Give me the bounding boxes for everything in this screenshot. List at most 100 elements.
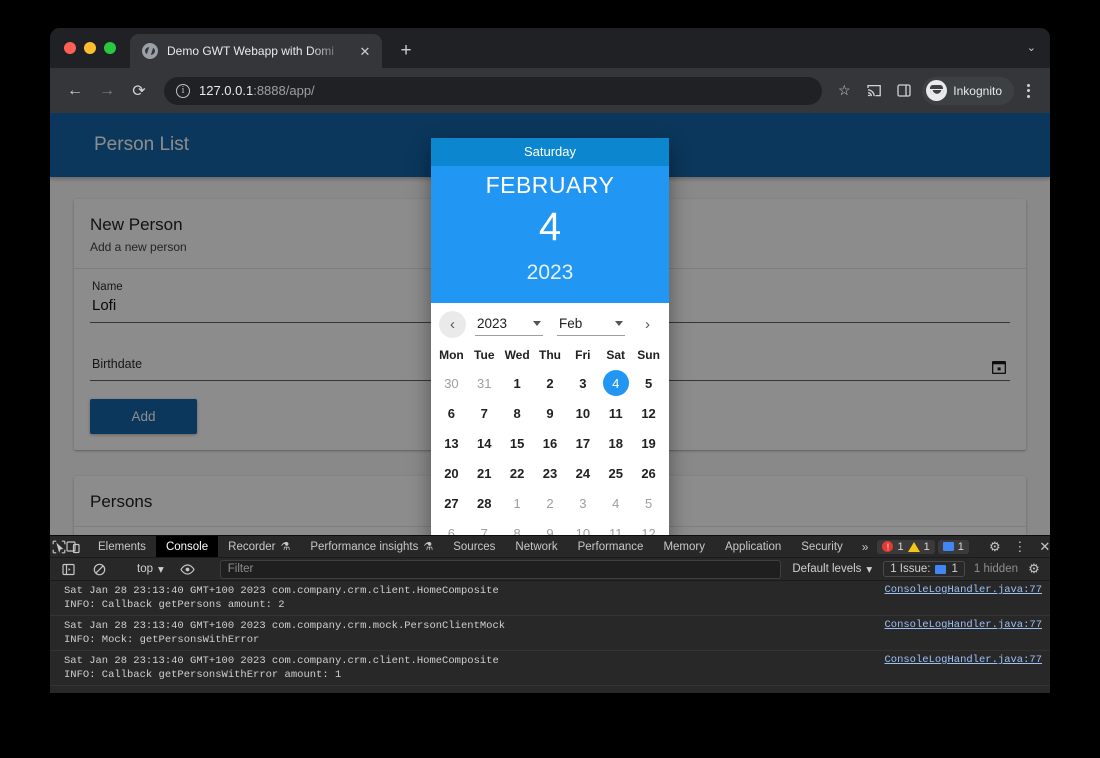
datepicker-day-cell[interactable]: 21: [468, 458, 501, 488]
datepicker-day-cell[interactable]: 3: [566, 368, 599, 398]
chevron-down-icon[interactable]: ⌄: [1027, 41, 1036, 54]
maximize-window-button[interactable]: [104, 42, 116, 54]
filter-input[interactable]: Filter: [219, 559, 782, 579]
datepicker-day-cell[interactable]: 8: [501, 398, 534, 428]
console-log-text: Sat Jan 28 23:13:40 GMT+100 2023 com.com…: [64, 620, 506, 647]
issues-button[interactable]: 1 Issue: 1: [883, 561, 965, 578]
browser-menu-button[interactable]: [1016, 78, 1040, 104]
datepicker-day-cell[interactable]: 22: [501, 458, 534, 488]
console-log-source-link[interactable]: ConsoleLogHandler.java:77: [874, 584, 1042, 596]
forward-button[interactable]: →: [92, 76, 122, 106]
address-bar[interactable]: i 127.0.0.1:8888/app/: [164, 76, 823, 105]
datepicker-day-cell[interactable]: 27: [435, 488, 468, 518]
datepicker-day-cell[interactable]: 30: [435, 368, 468, 398]
inspect-element-icon[interactable]: [52, 536, 66, 557]
datepicker-day-cell[interactable]: 6: [435, 398, 468, 428]
site-info-icon[interactable]: i: [176, 83, 190, 98]
message-badge[interactable]: 1: [937, 539, 969, 554]
devtools-tab-recorder[interactable]: Recorder ⚗: [218, 536, 300, 557]
datepicker-day-cell[interactable]: 19: [632, 428, 665, 458]
more-tabs-button[interactable]: »: [853, 536, 878, 557]
datepicker-day-cell[interactable]: 13: [435, 428, 468, 458]
datepicker-day-cell[interactable]: 11: [599, 398, 632, 428]
datepicker-selected-day[interactable]: 4: [602, 370, 629, 396]
devtools-tab-elements[interactable]: Elements: [88, 536, 156, 557]
datepicker-day-cell[interactable]: 17: [566, 428, 599, 458]
datepicker-day-cell[interactable]: 9: [534, 398, 567, 428]
devtools-tab-sources[interactable]: Sources: [443, 536, 505, 557]
url-host: 127.0.0.1: [199, 83, 254, 98]
console-log-source-link[interactable]: ConsoleLogHandler.java:77: [874, 619, 1042, 631]
close-window-button[interactable]: [64, 42, 76, 54]
devtools-tab-security[interactable]: Security: [791, 536, 853, 557]
reload-button[interactable]: ⟳: [124, 76, 154, 106]
devtools-tab-application[interactable]: Application: [715, 536, 791, 557]
console-prompt[interactable]: ›: [50, 686, 1050, 693]
console-output[interactable]: Sat Jan 28 23:13:40 GMT+100 2023 com.com…: [50, 581, 1050, 693]
datepicker-day-cell[interactable]: 5: [632, 488, 665, 518]
context-selector[interactable]: top ▾: [131, 562, 170, 576]
gear-icon[interactable]: ⚙: [1023, 561, 1045, 577]
datepicker-day-cell[interactable]: 3: [566, 488, 599, 518]
device-toolbar-icon[interactable]: [66, 536, 80, 557]
browser-tab[interactable]: Demo GWT Webapp with Domi ✕: [130, 34, 382, 68]
datepicker-day-cell[interactable]: 4: [599, 368, 632, 398]
datepicker-day-cell[interactable]: 23: [534, 458, 567, 488]
profile-chip[interactable]: Inkognito: [922, 76, 1014, 105]
console-log-entry[interactable]: Sat Jan 28 23:13:40 GMT+100 2023 com.com…: [50, 581, 1050, 617]
datepicker-day-cell[interactable]: 26: [632, 458, 665, 488]
datepicker-dialog[interactable]: Saturday FEBRUARY 4 2023 ‹ 2023 Feb › Mo…: [431, 138, 669, 548]
datepicker-day-cell[interactable]: 12: [632, 398, 665, 428]
warning-icon: [907, 541, 920, 552]
datepicker-day-grid[interactable]: 30 31 1 2 3 4 5 6 7 8 9 10 11 12 13 14 15 16 17 18 19 20 21 22 2…: [431, 364, 669, 548]
datepicker-day-cell[interactable]: 24: [566, 458, 599, 488]
datepicker-day-cell[interactable]: 2: [534, 488, 567, 518]
month-select[interactable]: Feb: [557, 314, 625, 336]
datepicker-day-cell[interactable]: 7: [468, 398, 501, 428]
gear-icon[interactable]: ⚙: [984, 539, 1006, 555]
devtools-tab-performance[interactable]: Performance: [568, 536, 654, 557]
datepicker-day-cell[interactable]: 20: [435, 458, 468, 488]
datepicker-day-cell[interactable]: 28: [468, 488, 501, 518]
devtools-tab-console[interactable]: Console: [155, 536, 219, 558]
previous-month-button[interactable]: ‹: [439, 311, 466, 338]
bookmark-star-icon[interactable]: ☆: [830, 77, 858, 105]
datepicker-day-cell[interactable]: 4: [599, 488, 632, 518]
back-button[interactable]: ←: [60, 76, 90, 106]
live-expression-icon[interactable]: [175, 564, 201, 575]
clear-console-icon[interactable]: [86, 563, 112, 576]
datepicker-day-cell[interactable]: 18: [599, 428, 632, 458]
more-vertical-icon[interactable]: ⋮: [1009, 539, 1031, 555]
datepicker-dow-sun: Sun: [637, 348, 660, 362]
close-icon[interactable]: ✕: [356, 42, 374, 60]
devtools-tab-network[interactable]: Network: [505, 536, 567, 557]
datepicker-day-cell[interactable]: 5: [632, 368, 665, 398]
error-warning-badges[interactable]: ! 1 1: [877, 539, 935, 554]
close-icon[interactable]: ✕: [1034, 539, 1050, 555]
minimize-window-button[interactable]: [84, 42, 96, 54]
datepicker-day-cell[interactable]: 16: [534, 428, 567, 458]
console-log-entry[interactable]: Sat Jan 28 23:13:40 GMT+100 2023 com.com…: [50, 651, 1050, 687]
issues-count: 1: [951, 563, 958, 576]
new-tab-button[interactable]: +: [395, 40, 417, 62]
cast-icon[interactable]: [860, 77, 888, 105]
datepicker-day-cell[interactable]: 14: [468, 428, 501, 458]
devtools-tab-memory[interactable]: Memory: [653, 536, 715, 557]
console-sidebar-icon[interactable]: [55, 563, 81, 576]
log-levels-selector[interactable]: Default levels ▾: [786, 562, 878, 576]
datepicker-day-cell[interactable]: 2: [534, 368, 567, 398]
url-path: :8888/app/: [253, 83, 315, 98]
datepicker-day-cell[interactable]: 25: [599, 458, 632, 488]
datepicker-day-cell[interactable]: 31: [468, 368, 501, 398]
year-select[interactable]: 2023: [475, 314, 543, 336]
datepicker-day-cell[interactable]: 1: [501, 488, 534, 518]
console-log-entry[interactable]: Sat Jan 28 23:13:40 GMT+100 2023 com.com…: [50, 616, 1050, 652]
datepicker-day-cell[interactable]: 15: [501, 428, 534, 458]
side-panel-icon[interactable]: [890, 77, 918, 105]
next-month-button[interactable]: ›: [634, 311, 661, 338]
datepicker-day-cell[interactable]: 10: [566, 398, 599, 428]
console-log-source-link[interactable]: ConsoleLogHandler.java:77: [874, 654, 1042, 666]
message-icon: [935, 564, 947, 574]
devtools-tab-performance-insights[interactable]: Performance insights ⚗: [300, 536, 443, 557]
datepicker-day-cell[interactable]: 1: [501, 368, 534, 398]
